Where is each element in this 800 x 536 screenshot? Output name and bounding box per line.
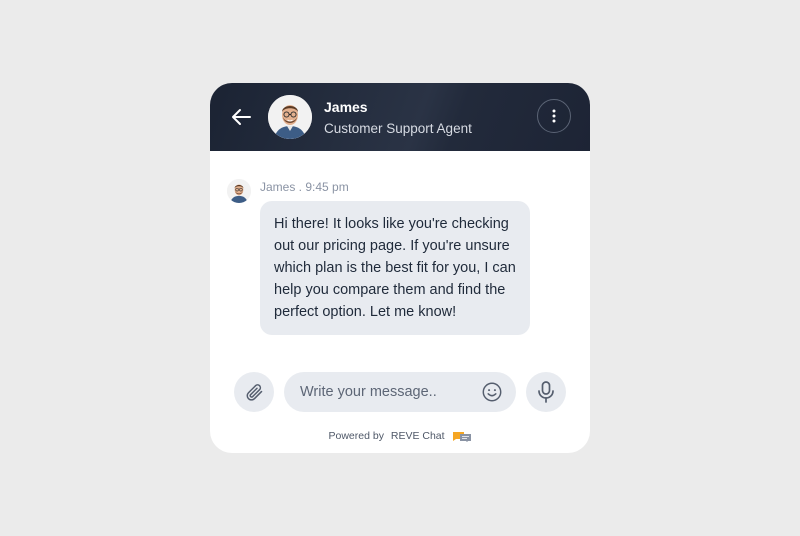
back-button[interactable] — [228, 105, 254, 129]
attach-button[interactable] — [234, 372, 274, 412]
more-vertical-icon — [552, 109, 556, 123]
message-time: 9:45 pm — [305, 180, 349, 194]
arrow-left-icon — [232, 109, 251, 125]
more-options-button[interactable] — [537, 99, 571, 133]
message-bubble: Hi there! It looks like you're checking … — [260, 201, 530, 335]
voice-button[interactable] — [526, 372, 566, 412]
message-input-wrapper — [284, 372, 516, 412]
brand-link[interactable]: REVE Chat — [391, 430, 445, 442]
powered-by-label: Powered by — [328, 430, 384, 443]
message-meta: James . 9:45 pm — [260, 180, 349, 194]
chat-header: James Customer Support Agent — [210, 83, 590, 151]
message-avatar — [227, 179, 251, 203]
meta-separator: . — [295, 180, 306, 194]
agent-role: Customer Support Agent — [324, 121, 472, 136]
reve-logo-icon — [452, 432, 471, 443]
paperclip-icon — [246, 384, 263, 401]
smiley-icon[interactable] — [481, 381, 503, 403]
microphone-icon — [538, 381, 554, 403]
powered-by: Powered by REVE Chat — [210, 430, 590, 443]
message-sender: James — [260, 180, 296, 194]
message-input[interactable] — [300, 372, 470, 412]
agent-avatar — [268, 95, 312, 139]
chat-widget: James Customer Support Agent James . 9:4… — [210, 83, 590, 453]
agent-name: James — [324, 99, 368, 115]
